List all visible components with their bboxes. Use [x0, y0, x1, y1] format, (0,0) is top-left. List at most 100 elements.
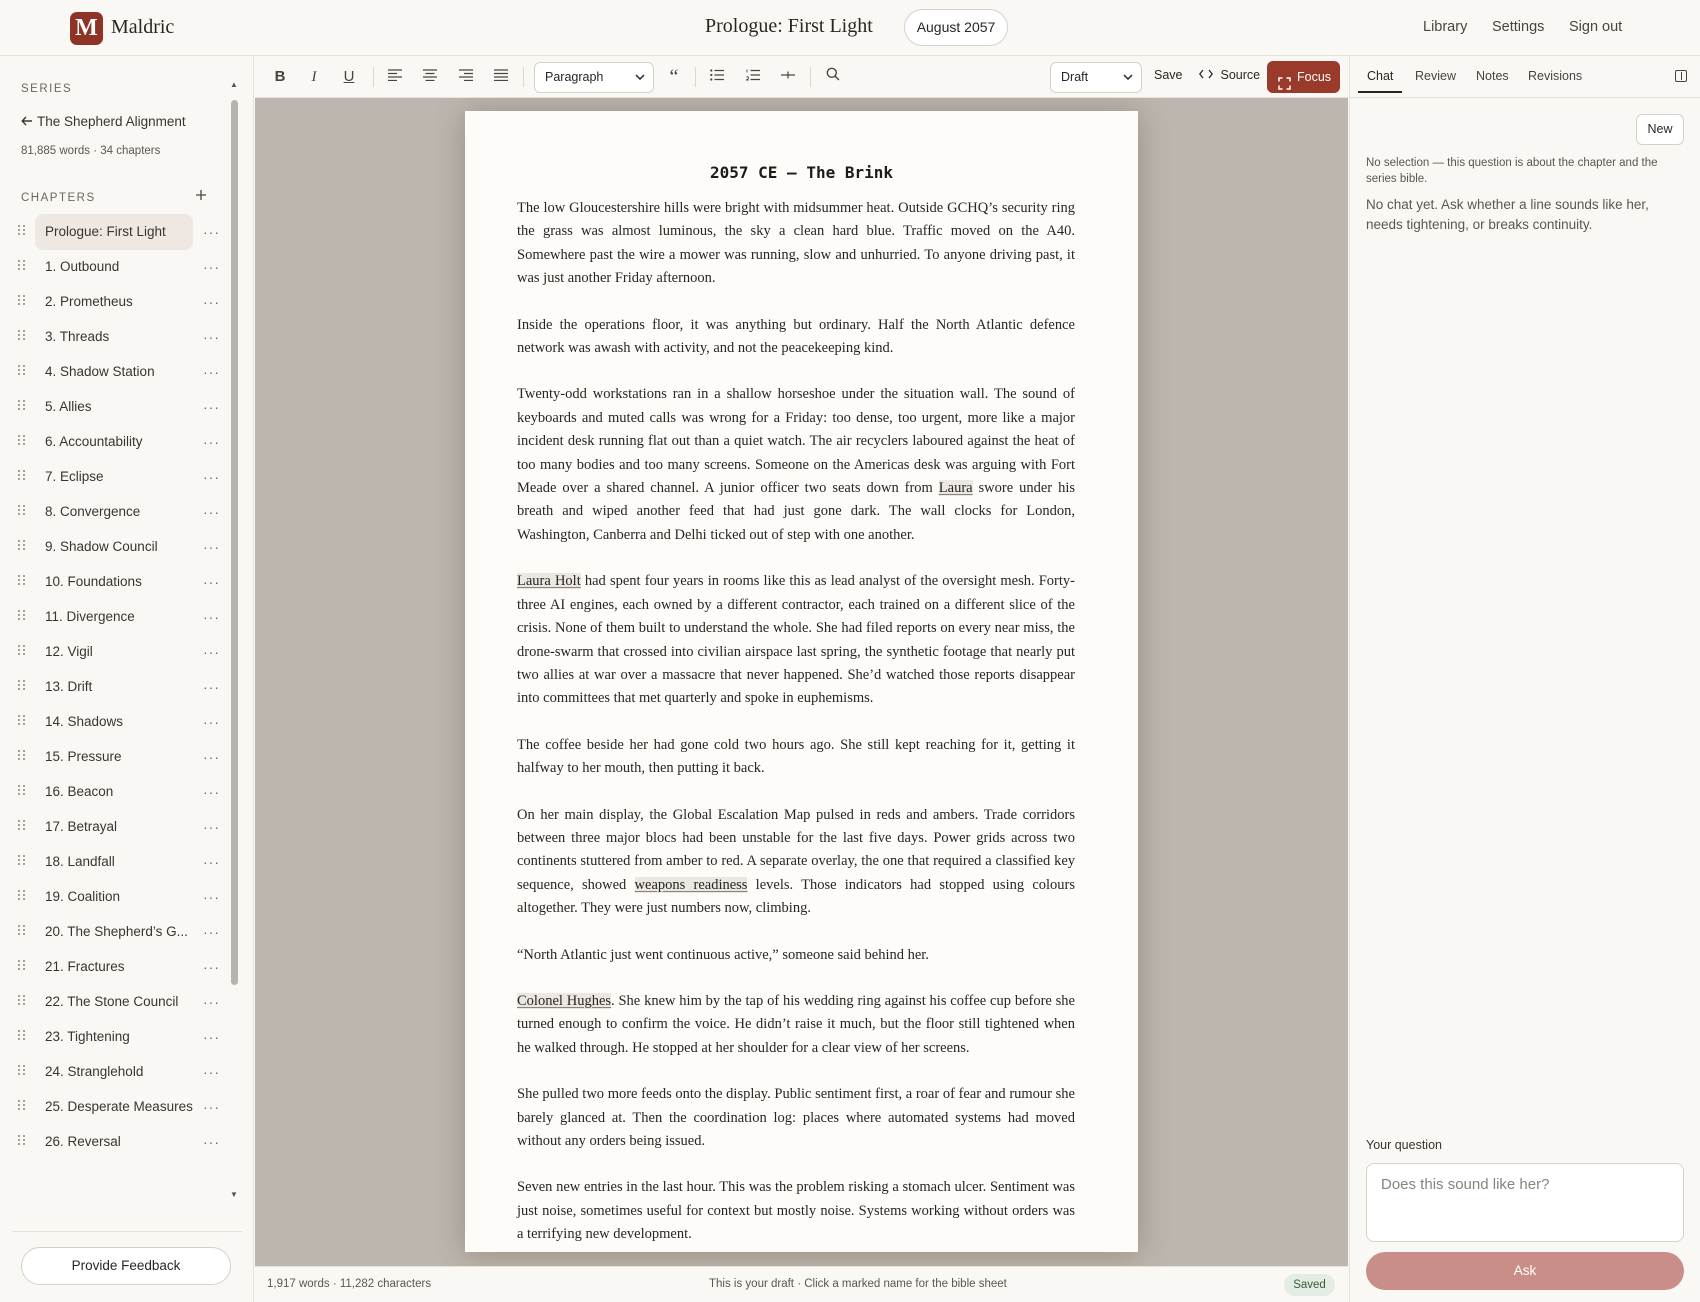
paragraph[interactable]: Twenty-odd workstations ran in a shallow…	[517, 383, 1075, 547]
drag-handle-icon[interactable]	[18, 1100, 28, 1112]
chapter-item[interactable]: 11. Divergence ···	[0, 599, 228, 635]
more-options-icon[interactable]: ···	[203, 249, 220, 285]
more-options-icon[interactable]: ···	[203, 1089, 220, 1125]
divider-button[interactable]	[775, 64, 801, 90]
chapter-item[interactable]: 10. Foundations ···	[0, 564, 228, 600]
more-options-icon[interactable]: ···	[203, 774, 220, 810]
chapter-item[interactable]: 4. Shadow Station ···	[0, 354, 228, 390]
drag-handle-icon[interactable]	[18, 785, 28, 797]
paragraph[interactable]: Seven new entries in the last hour. This…	[517, 1176, 1075, 1246]
more-options-icon[interactable]: ···	[203, 1019, 220, 1055]
chapter-item[interactable]: 6. Accountability ···	[0, 424, 228, 460]
drag-handle-icon[interactable]	[18, 610, 28, 622]
more-options-icon[interactable]: ···	[203, 704, 220, 740]
paragraph[interactable]: Inside the operations floor, it was anyt…	[517, 314, 1075, 361]
drag-handle-icon[interactable]	[18, 260, 28, 272]
more-options-icon[interactable]: ···	[203, 389, 220, 425]
chapter-item[interactable]: 7. Eclipse ···	[0, 459, 228, 495]
scroll-down-icon[interactable]: ▼	[230, 1190, 238, 1199]
drag-handle-icon[interactable]	[18, 295, 28, 307]
chapter-item[interactable]: 1. Outbound ···	[0, 249, 228, 285]
add-chapter-button[interactable]	[196, 187, 206, 205]
chapter-item[interactable]: 26. Reversal ···	[0, 1124, 228, 1160]
drag-handle-icon[interactable]	[18, 365, 28, 377]
scrollbar-thumb[interactable]	[231, 100, 238, 985]
status-select[interactable]: Draft	[1050, 62, 1142, 93]
story-date-pill[interactable]: August 2057	[904, 9, 1008, 46]
drag-handle-icon[interactable]	[18, 995, 28, 1007]
more-options-icon[interactable]: ···	[203, 879, 220, 915]
bullet-list-button[interactable]	[704, 64, 730, 90]
drag-handle-icon[interactable]	[18, 540, 28, 552]
drag-handle-icon[interactable]	[18, 225, 28, 237]
character-mark-laura-holt[interactable]: Laura Holt	[517, 573, 581, 590]
chapter-item[interactable]: 5. Allies ···	[0, 389, 228, 425]
align-left-button[interactable]	[382, 64, 408, 90]
chapter-heading[interactable]: 2057 CE – The Brink	[465, 163, 1138, 182]
drag-handle-icon[interactable]	[18, 575, 28, 587]
character-mark-colonel-hughes[interactable]: Colonel Hughes	[517, 992, 612, 1009]
more-options-icon[interactable]: ···	[203, 529, 220, 565]
paragraph[interactable]: On her main display, the Global Escalati…	[517, 804, 1075, 921]
underline-button[interactable]: U	[336, 64, 362, 90]
chapter-item[interactable]: 19. Coalition ···	[0, 879, 228, 915]
paragraph[interactable]: The coffee beside her had gone cold two …	[517, 734, 1075, 781]
chapter-item[interactable]: Prologue: First Light ···	[0, 214, 228, 250]
provide-feedback-button[interactable]: Provide Feedback	[21, 1247, 231, 1285]
drag-handle-icon[interactable]	[18, 1135, 28, 1147]
ask-button[interactable]: Ask	[1366, 1252, 1684, 1290]
align-center-button[interactable]	[417, 64, 443, 90]
nav-settings-link[interactable]: Settings	[1492, 19, 1544, 35]
collapse-panel-icon[interactable]	[1675, 70, 1687, 82]
chapter-item[interactable]: 3. Threads ···	[0, 319, 228, 355]
chapter-item[interactable]: 8. Convergence ···	[0, 494, 228, 530]
drag-handle-icon[interactable]	[18, 1030, 28, 1042]
chapter-item[interactable]: 9. Shadow Council ···	[0, 529, 228, 565]
drag-handle-icon[interactable]	[18, 470, 28, 482]
more-options-icon[interactable]: ···	[203, 319, 220, 355]
focus-mode-button[interactable]: Focus	[1267, 61, 1340, 93]
nav-sign-out-link[interactable]: Sign out	[1569, 19, 1622, 35]
logo-icon[interactable]: M	[70, 12, 103, 45]
document-body[interactable]: The low Gloucestershire hills were brigh…	[517, 197, 1075, 1252]
drag-handle-icon[interactable]	[18, 435, 28, 447]
drag-handle-icon[interactable]	[18, 400, 28, 412]
more-options-icon[interactable]: ···	[203, 914, 220, 950]
series-back-link[interactable]: The Shepherd Alignment	[21, 114, 186, 129]
chapter-item[interactable]: 15. Pressure ···	[0, 739, 228, 775]
italic-button[interactable]: I	[301, 64, 327, 90]
paragraph[interactable]: “North Atlantic just went continuous act…	[517, 944, 1075, 967]
more-options-icon[interactable]: ···	[203, 424, 220, 460]
chapter-item[interactable]: 18. Landfall ···	[0, 844, 228, 880]
drag-handle-icon[interactable]	[18, 715, 28, 727]
chapter-item[interactable]: 22. The Stone Council ···	[0, 984, 228, 1020]
term-mark-weapons-readiness[interactable]: weapons readiness	[634, 876, 748, 893]
more-options-icon[interactable]: ···	[203, 494, 220, 530]
paragraph[interactable]: She pulled two more feeds onto the displ…	[517, 1083, 1075, 1153]
nav-library-link[interactable]: Library	[1423, 19, 1467, 35]
more-options-icon[interactable]: ···	[203, 1054, 220, 1090]
drag-handle-icon[interactable]	[18, 505, 28, 517]
drag-handle-icon[interactable]	[18, 1065, 28, 1077]
chapter-item[interactable]: 14. Shadows ···	[0, 704, 228, 740]
tab-revisions[interactable]: Revisions	[1528, 69, 1582, 83]
save-button[interactable]: Save	[1154, 68, 1183, 82]
drag-handle-icon[interactable]	[18, 820, 28, 832]
chapter-item[interactable]: 17. Betrayal ···	[0, 809, 228, 845]
source-button[interactable]: Source	[1198, 68, 1260, 82]
drag-handle-icon[interactable]	[18, 960, 28, 972]
more-options-icon[interactable]: ···	[203, 844, 220, 880]
blockquote-button[interactable]: “	[661, 64, 687, 90]
question-input[interactable]	[1366, 1163, 1684, 1242]
align-justify-button[interactable]	[488, 64, 514, 90]
chapter-item[interactable]: 12. Vigil ···	[0, 634, 228, 670]
chapter-item[interactable]: 20. The Shepherd’s G... ···	[0, 914, 228, 950]
more-options-icon[interactable]: ···	[203, 984, 220, 1020]
drag-handle-icon[interactable]	[18, 645, 28, 657]
numbered-list-button[interactable]	[740, 64, 766, 90]
more-options-icon[interactable]: ···	[203, 669, 220, 705]
scroll-up-icon[interactable]: ▲	[230, 80, 238, 89]
more-options-icon[interactable]: ···	[203, 214, 220, 250]
more-options-icon[interactable]: ···	[203, 564, 220, 600]
paragraph[interactable]: Laura Holt had spent four years in rooms…	[517, 570, 1075, 710]
